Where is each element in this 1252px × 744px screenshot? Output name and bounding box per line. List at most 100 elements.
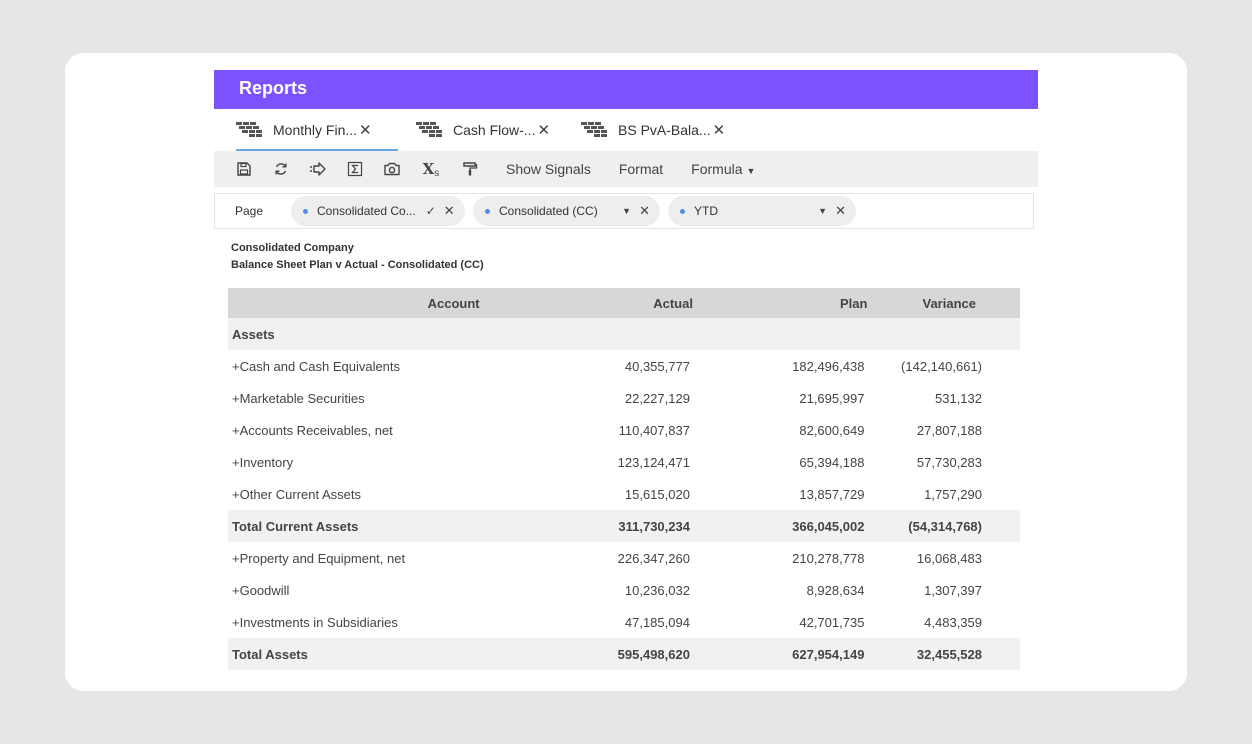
cell-account: +Property and Equipment, net — [232, 550, 406, 566]
cell-plan: 65,394,188 — [799, 454, 865, 470]
tab-label: BS PvA-Bala... — [618, 122, 711, 138]
cell-account: +Investments in Subsidiaries — [232, 614, 398, 630]
page-filter-bar: Page Consolidated Co... ✓ ✕ Consolidated… — [214, 193, 1034, 229]
cell-account: +Marketable Securities — [232, 390, 365, 406]
close-icon[interactable]: ✕ — [444, 203, 455, 219]
cell-variance: 57,730,283 — [916, 454, 982, 470]
section-row[interactable]: Assets — [228, 318, 1020, 350]
caret-down-icon: ▼ — [746, 166, 756, 176]
table-row[interactable]: +Property and Equipment, net 226,347,260 2… — [228, 542, 1020, 574]
close-icon[interactable]: ✕ — [835, 203, 846, 219]
app-header: Reports — [214, 70, 1038, 109]
table-row[interactable]: +Cash and Cash Equivalents 40,355,777 182,… — [228, 350, 1020, 382]
caret-down-icon[interactable]: ▼ — [622, 206, 631, 216]
cell-account: +Accounts Receivables, net — [232, 422, 393, 438]
cell-plan: 82,600,649 — [799, 422, 865, 438]
report-heading: Consolidated Company Balance Sheet Plan … — [214, 240, 1038, 274]
cell-variance — [867, 318, 1020, 350]
check-icon[interactable]: ✓ — [426, 204, 436, 218]
tab-label: Monthly Fin... — [273, 122, 358, 138]
close-icon[interactable]: ✕ — [359, 121, 372, 139]
close-icon[interactable]: ✕ — [537, 121, 550, 139]
cell-variance: 4,483,359 — [924, 614, 982, 630]
page-filter-entity[interactable]: Consolidated (CC) ▼ ✕ — [473, 196, 660, 226]
cell-actual: 595,498,620 — [559, 638, 693, 670]
subscript-icon[interactable]: Xs — [420, 160, 442, 179]
table-row[interactable]: +Marketable Securities 22,227,129 21,695,9… — [228, 382, 1020, 414]
caret-down-icon[interactable]: ▼ — [818, 206, 827, 216]
cell-account: Total Assets — [228, 638, 560, 670]
report-tabs: Monthly Fin... ✕ Cash Flow-... ✕ BS PvA-… — [214, 109, 1038, 151]
table-header-row: Account Actual Plan Variance — [228, 288, 1020, 318]
toolbar: Xs Show Signals Format Formula ▼ — [214, 151, 1038, 187]
cell-variance: 531,132 — [935, 390, 982, 406]
cell-actual: 110,407,837 — [618, 422, 690, 438]
page-filter-company[interactable]: Consolidated Co... ✓ ✕ — [291, 196, 465, 226]
show-signals-button[interactable]: Show Signals — [506, 161, 591, 177]
app-title: Reports — [239, 78, 308, 98]
dot-icon — [680, 208, 685, 214]
cell-variance: 27,807,188 — [916, 422, 982, 438]
cell-actual: 123,124,471 — [617, 454, 690, 470]
page-filter-period[interactable]: YTD ▼ ✕ — [668, 196, 856, 226]
close-icon[interactable]: ✕ — [639, 203, 650, 219]
tab-cash-flow[interactable]: Cash Flow-... ✕ — [416, 109, 550, 151]
save-icon[interactable] — [235, 160, 253, 178]
formula-dropdown[interactable]: Formula ▼ — [691, 161, 755, 177]
chip-value: YTD — [694, 204, 718, 218]
cell-variance: (54,314,768) — [867, 510, 1020, 542]
paint-roller-icon[interactable] — [461, 160, 479, 178]
cell-variance: 32,455,528 — [867, 638, 1020, 670]
camera-icon[interactable] — [383, 160, 401, 178]
tab-monthly-fin[interactable]: Monthly Fin... ✕ — [236, 109, 398, 151]
cell-actual: 10,236,032 — [624, 582, 690, 598]
page-label: Page — [235, 204, 264, 218]
export-icon[interactable] — [309, 160, 327, 178]
close-icon[interactable]: ✕ — [713, 121, 726, 139]
cell-plan: 627,954,149 — [692, 638, 868, 670]
column-header-variance[interactable]: Variance — [867, 288, 1020, 318]
table-row[interactable]: +Other Current Assets 15,615,020 13,857,72… — [228, 478, 1020, 510]
formula-label: Formula — [691, 161, 743, 177]
refresh-icon[interactable] — [272, 160, 290, 178]
cell-plan — [692, 318, 868, 350]
table-row[interactable]: +Investments in Subsidiaries 47,185,094 42… — [228, 606, 1020, 638]
table-row[interactable]: +Goodwill 10,236,032 8,928,634 1,307,397 — [228, 574, 1020, 606]
report-grid-icon — [236, 121, 262, 139]
cell-plan: 21,695,997 — [799, 390, 865, 406]
report-grid-icon — [581, 121, 607, 139]
cell-plan: 13,857,729 — [799, 486, 865, 502]
total-row[interactable]: Total Assets 595,498,620 627,954,149 32,455… — [228, 638, 1020, 670]
cell-plan: 8,928,634 — [806, 582, 865, 598]
sum-icon[interactable] — [346, 160, 364, 178]
cell-variance: (142,140,661) — [901, 358, 982, 374]
column-header-actual[interactable]: Actual — [559, 288, 693, 318]
report-company: Consolidated Company — [231, 242, 354, 254]
report-subtitle: Balance Sheet Plan v Actual - Consolidat… — [231, 259, 484, 271]
column-header-account[interactable]: Account — [228, 288, 560, 318]
subscript-sub: s — [434, 167, 440, 179]
cell-account: Total Current Assets — [228, 510, 560, 542]
format-button[interactable]: Format — [619, 161, 663, 177]
tab-bs-pva-bala[interactable]: BS PvA-Bala... ✕ — [581, 109, 725, 151]
cell-plan: 182,496,438 — [792, 358, 865, 374]
cell-account: +Inventory — [232, 454, 294, 470]
cell-actual: 40,355,777 — [624, 358, 690, 374]
cell-account: +Cash and Cash Equivalents — [232, 358, 401, 374]
cell-variance: 1,757,290 — [924, 486, 982, 502]
table-row[interactable]: +Accounts Receivables, net 110,407,837 82,… — [228, 414, 1020, 446]
tab-label: Cash Flow-... — [453, 122, 536, 138]
column-header-plan[interactable]: Plan — [692, 288, 868, 318]
dot-icon — [485, 208, 490, 214]
cell-account: +Goodwill — [232, 582, 290, 598]
cell-actual: 22,227,129 — [624, 390, 690, 406]
content-card: Reports Monthly Fin... ✕ Cash Flow-... ✕ — [65, 53, 1187, 691]
table-row[interactable]: +Inventory 123,124,471 65,394,188 57,730,28… — [228, 446, 1020, 478]
cell-actual: 226,347,260 — [617, 550, 690, 566]
reports-app: Reports Monthly Fin... ✕ Cash Flow-... ✕ — [214, 70, 1038, 670]
subscript-glyph: X — [422, 160, 435, 178]
total-row[interactable]: Total Current Assets 311,730,234 366,045,0… — [228, 510, 1020, 542]
balance-sheet-table: Account Actual Plan Variance Assets +Cash… — [228, 288, 1020, 670]
chip-value: Consolidated Co... — [317, 204, 416, 218]
cell-account: Assets — [228, 318, 560, 350]
